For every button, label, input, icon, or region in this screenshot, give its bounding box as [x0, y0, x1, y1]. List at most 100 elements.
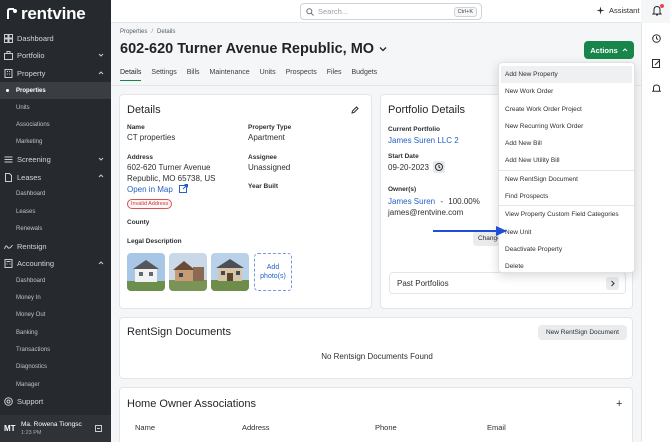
add-hoa-button[interactable]: + [616, 398, 622, 410]
logo-text: rentvine [21, 4, 86, 23]
column-header-phone: Phone [375, 423, 397, 432]
sidebar-item-dashboard[interactable]: Dashboard [0, 30, 111, 47]
assistant-button[interactable]: Assistant [596, 6, 639, 15]
sidebar-item-transactions[interactable]: Transactions [0, 341, 111, 358]
menu-item-view-custom-field-categories[interactable]: View Property Custom Field Categories [499, 206, 634, 223]
menu-item-new-recurring-work-order[interactable]: New Recurring Work Order [499, 118, 634, 135]
search-input[interactable] [318, 7, 438, 16]
sidebar-item-support[interactable]: Support [0, 393, 111, 410]
logout-icon[interactable] [95, 425, 102, 432]
sidebar-item-diagnostics[interactable]: Diagnostics [0, 359, 111, 376]
sidebar-item-money-out[interactable]: Money Out [0, 307, 111, 324]
notification-dot [660, 4, 664, 8]
sidebar-item-banking[interactable]: Banking [0, 324, 111, 341]
sidebar-item-label: Banking [16, 329, 38, 336]
signature-icon [4, 242, 13, 251]
address-label: Address [127, 154, 154, 161]
breadcrumb-properties[interactable]: Properties [120, 29, 147, 35]
building-icon [4, 68, 13, 78]
start-date-value: 09-20-2023 [388, 163, 429, 173]
sidebar-item-screening[interactable]: Screening [0, 151, 111, 168]
owner-link[interactable]: James Suren [388, 197, 435, 206]
edit-note-icon[interactable] [652, 59, 661, 68]
sidebar-item-properties[interactable]: Properties [0, 81, 111, 100]
tab-maintenance[interactable]: Maintenance [210, 69, 250, 81]
user-profile[interactable]: MT Ma. Rowena Tiongsc 1:23 PM [0, 415, 111, 442]
tab-details[interactable]: Details [120, 69, 142, 81]
assignee-value: Unassigned [248, 163, 291, 172]
chevron-up-icon [98, 70, 104, 74]
rentsign-card: RentSign Documents New RentSign Document… [119, 317, 633, 379]
menu-item-find-prospects[interactable]: Find Prospects [499, 188, 634, 205]
menu-item-new-unit[interactable]: New Unit [499, 224, 634, 241]
sidebar-item-leases[interactable]: Leases [0, 168, 111, 185]
menu-item-add-new-property[interactable]: Add New Property [501, 66, 632, 84]
sidebar-item-property[interactable]: Property [0, 65, 111, 82]
menu-item-add-new-utility-bill[interactable]: Add New Utility Bill [499, 152, 634, 169]
sidebar-item-label: Screening [17, 155, 51, 165]
property-photo[interactable] [211, 253, 249, 291]
menu-item-create-work-order-project[interactable]: Create Work Order Project [499, 101, 634, 118]
house-photo-2 [169, 253, 207, 291]
tab-units[interactable]: Units [260, 69, 276, 81]
past-portfolios-label: Past Portfolios [397, 279, 449, 288]
search-box[interactable]: Ctrl+K [300, 3, 482, 20]
property-type-value: Apartment [248, 133, 285, 142]
sidebar-item-label: Property [17, 68, 46, 78]
clock-icon[interactable] [433, 161, 446, 173]
tab-settings[interactable]: Settings [151, 69, 176, 81]
tab-budgets[interactable]: Budgets [352, 69, 378, 81]
tab-bar: Details Settings Bills Maintenance Units… [120, 69, 387, 81]
sidebar-item-manager[interactable]: Manager [0, 376, 111, 393]
rentvine-logo[interactable]: rentvine [0, 0, 111, 28]
hoa-card: Home Owner Associations + Name Address P… [119, 387, 633, 442]
assignee-label: Assignee [248, 154, 277, 161]
sidebar-item-label: Leases [17, 172, 42, 182]
sidebar-item-accounting[interactable]: Accounting [0, 255, 111, 272]
owners-label: Owner(s) [388, 186, 417, 193]
add-photo-button[interactable]: Add photo(s) [254, 253, 292, 291]
clock-icon[interactable] [652, 34, 661, 43]
sidebar-item-label: Dashboard [17, 34, 54, 44]
external-link-icon [179, 184, 189, 193]
tab-files[interactable]: Files [327, 69, 342, 81]
sidebar-item-portfolio[interactable]: Portfolio [0, 47, 111, 64]
avatar: MT [4, 424, 16, 433]
new-rentsign-document-button[interactable]: New RentSign Document [538, 325, 627, 340]
annotation-arrow-icon [433, 226, 507, 236]
rentvine-logo-icon [7, 8, 17, 19]
name-label: Name [127, 124, 145, 131]
sidebar-item-money-in[interactable]: Money In [0, 289, 111, 306]
actions-label: Actions [590, 45, 618, 55]
sidebar-item-renewals[interactable]: Renewals [0, 220, 111, 237]
current-portfolio-link[interactable]: James Suren LLC 2 [388, 135, 459, 146]
sidebar-item-leases-dashboard[interactable]: Dashboard [0, 186, 111, 203]
menu-item-add-new-bill[interactable]: Add New Bill [499, 135, 634, 152]
sidebar-item-accounting-dashboard[interactable]: Dashboard [0, 272, 111, 289]
menu-item-delete[interactable]: Delete [499, 258, 634, 275]
bell-outline-icon[interactable] [652, 84, 661, 93]
sidebar-item-rentsign[interactable]: Rentsign [0, 238, 111, 255]
menu-item-deactivate-property[interactable]: Deactivate Property [499, 241, 634, 258]
menu-item-new-rentsign-document[interactable]: New RentSign Document [499, 171, 634, 188]
tab-prospects[interactable]: Prospects [286, 69, 317, 81]
open-in-map-link[interactable]: Open in Map [127, 184, 189, 195]
pencil-icon[interactable] [351, 106, 359, 114]
rentsign-empty-state: No Rentsign Documents Found [321, 352, 433, 361]
sidebar-item-label: Money In [16, 295, 41, 302]
sidebar-item-label: Leases [16, 208, 36, 215]
tab-bills[interactable]: Bills [187, 69, 200, 81]
actions-button[interactable]: Actions [584, 41, 634, 59]
page-title-wrap[interactable]: 602-620 Turner Avenue Republic, MO [120, 41, 387, 57]
property-photo[interactable] [169, 253, 207, 291]
sidebar-item-associations[interactable]: Associations [0, 116, 111, 133]
owner-dash: - [440, 197, 444, 206]
sidebar-item-label: Money Out [16, 312, 46, 319]
sidebar-item-units[interactable]: Units [0, 99, 111, 116]
search-shortcut: Ctrl+K [453, 7, 477, 17]
sidebar-item-leases-list[interactable]: Leases [0, 203, 111, 220]
menu-item-new-work-order[interactable]: New Work Order [499, 83, 634, 100]
sidebar-item-marketing[interactable]: Marketing [0, 134, 111, 151]
property-photo[interactable] [127, 253, 165, 291]
address-line2: Republic, MO 65738, US [127, 174, 216, 183]
